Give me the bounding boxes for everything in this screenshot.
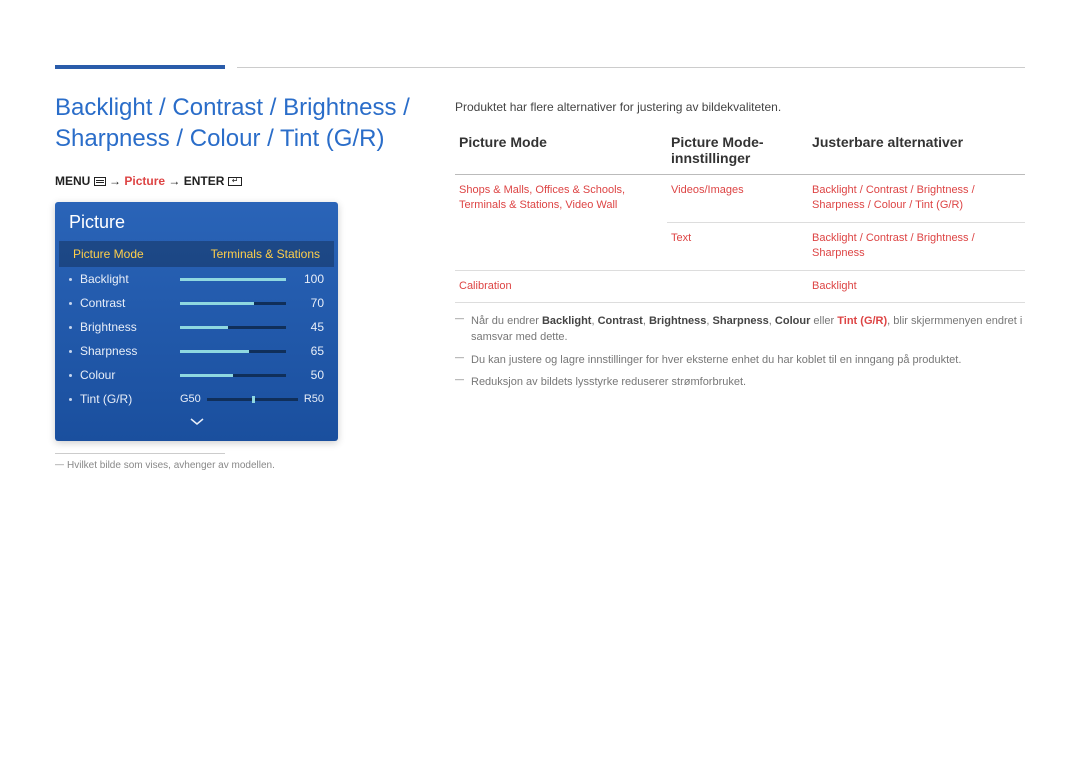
osd-value: 70 <box>294 296 324 310</box>
nav-menu-label: MENU <box>55 174 90 188</box>
cell-adjustable: Backlight / Contrast / Brightness / Shar… <box>808 222 1025 270</box>
note-1-d: Tint (G/R) <box>837 315 887 327</box>
note-1: Når du endrer Backlight, Contrast, Brigh… <box>455 313 1025 346</box>
tint-slider[interactable] <box>207 398 298 401</box>
osd-row-brightness[interactable]: Brightness 45 <box>55 315 338 339</box>
settings-table: Picture Mode Picture Mode-innstillinger … <box>455 128 1025 303</box>
chevron-down-icon[interactable] <box>55 411 338 431</box>
osd-row-contrast[interactable]: Contrast 70 <box>55 291 338 315</box>
osd-slider[interactable] <box>180 278 286 281</box>
note-1-b2: Brightness <box>649 315 706 327</box>
osd-slider[interactable] <box>180 350 286 353</box>
left-footnote: Hvilket bilde som vises, avhenger av mod… <box>55 460 435 471</box>
page-title: Backlight / Contrast / Brightness / Shar… <box>55 92 435 154</box>
breadcrumb: MENU → Picture → ENTER <box>55 174 435 188</box>
header-rule <box>237 67 1025 68</box>
notes: Når du endrer Backlight, Contrast, Brigh… <box>455 313 1025 391</box>
menu-icon <box>94 177 106 186</box>
osd-row-backlight[interactable]: Backlight 100 <box>55 267 338 291</box>
osd-mode-value: Terminals & Stations <box>211 247 320 261</box>
cell-modes: Shops & Malls, Offices & Schools, Termin… <box>455 175 667 271</box>
table-row: Calibration Backlight <box>455 270 1025 302</box>
intro-text: Produktet har flere alternativer for jus… <box>455 100 1025 114</box>
nav-enter-label: ENTER <box>184 174 225 188</box>
cell-adjustable: Backlight <box>808 270 1025 302</box>
osd-label: Tint (G/R) <box>80 392 180 406</box>
bullet-icon <box>69 398 72 401</box>
tint-thumb <box>252 396 255 403</box>
osd-slider-fill <box>180 326 228 329</box>
osd-row-sharpness[interactable]: Sharpness 65 <box>55 339 338 363</box>
right-column: Produktet har flere alternativer for jus… <box>455 100 1025 397</box>
osd-title: Picture <box>55 202 338 241</box>
note-1-c: eller <box>810 315 837 327</box>
osd-value: 100 <box>294 272 324 286</box>
table-row: Shops & Malls, Offices & Schools, Termin… <box>455 175 1025 223</box>
osd-label: Contrast <box>80 296 180 310</box>
osd-mode-label: Picture Mode <box>73 247 144 261</box>
cell-adjustable: Backlight / Contrast / Brightness / Shar… <box>808 175 1025 223</box>
footnote-rule <box>55 453 225 454</box>
left-column: Backlight / Contrast / Brightness / Shar… <box>55 92 435 471</box>
cell-setting: Text <box>667 222 808 270</box>
nav-arrow-1: → <box>109 174 124 188</box>
bullet-icon <box>69 374 72 377</box>
bullet-icon <box>69 278 72 281</box>
osd-slider[interactable] <box>180 374 286 377</box>
note-2: Du kan justere og lagre innstillinger fo… <box>455 352 1025 369</box>
osd-panel: Picture Picture Mode Terminals & Station… <box>55 202 338 441</box>
bullet-icon <box>69 302 72 305</box>
note-3: Reduksjon av bildets lysstyrke reduserer… <box>455 374 1025 391</box>
osd-label: Colour <box>80 368 180 382</box>
enter-icon <box>228 177 242 186</box>
osd-slider[interactable] <box>180 302 286 305</box>
tint-r-value: R50 <box>304 393 324 405</box>
cell-setting <box>667 270 808 302</box>
bullet-icon <box>69 350 72 353</box>
note-1-a: Når du endrer <box>471 315 542 327</box>
osd-value: 50 <box>294 368 324 382</box>
nav-arrow-2: → <box>165 174 184 188</box>
tint-g-value: G50 <box>180 393 201 405</box>
osd-picture-mode-row[interactable]: Picture Mode Terminals & Stations <box>59 241 334 267</box>
cell-setting: Videos/Images <box>667 175 808 223</box>
header-accent <box>55 65 225 69</box>
note-1-b3: Sharpness <box>713 315 769 327</box>
cell-modes: Calibration <box>455 270 667 302</box>
th-picture-mode-settings: Picture Mode-innstillinger <box>667 128 808 175</box>
osd-value: 45 <box>294 320 324 334</box>
osd-label: Sharpness <box>80 344 180 358</box>
osd-value: 65 <box>294 344 324 358</box>
osd-slider[interactable] <box>180 326 286 329</box>
osd-label: Brightness <box>80 320 180 334</box>
osd-slider-fill <box>180 374 233 377</box>
osd-slider-fill <box>180 278 286 281</box>
th-adjustable: Justerbare alternativer <box>808 128 1025 175</box>
nav-picture: Picture <box>124 174 165 188</box>
osd-row-tint[interactable]: Tint (G/R) G50 R50 <box>55 387 338 411</box>
osd-slider-fill <box>180 302 254 305</box>
note-1-b4: Colour <box>775 315 810 327</box>
osd-label: Backlight <box>80 272 180 286</box>
osd-slider-fill <box>180 350 249 353</box>
th-picture-mode: Picture Mode <box>455 128 667 175</box>
note-1-b1: Contrast <box>598 315 643 327</box>
bullet-icon <box>69 326 72 329</box>
note-1-b0: Backlight <box>542 315 592 327</box>
osd-row-colour[interactable]: Colour 50 <box>55 363 338 387</box>
